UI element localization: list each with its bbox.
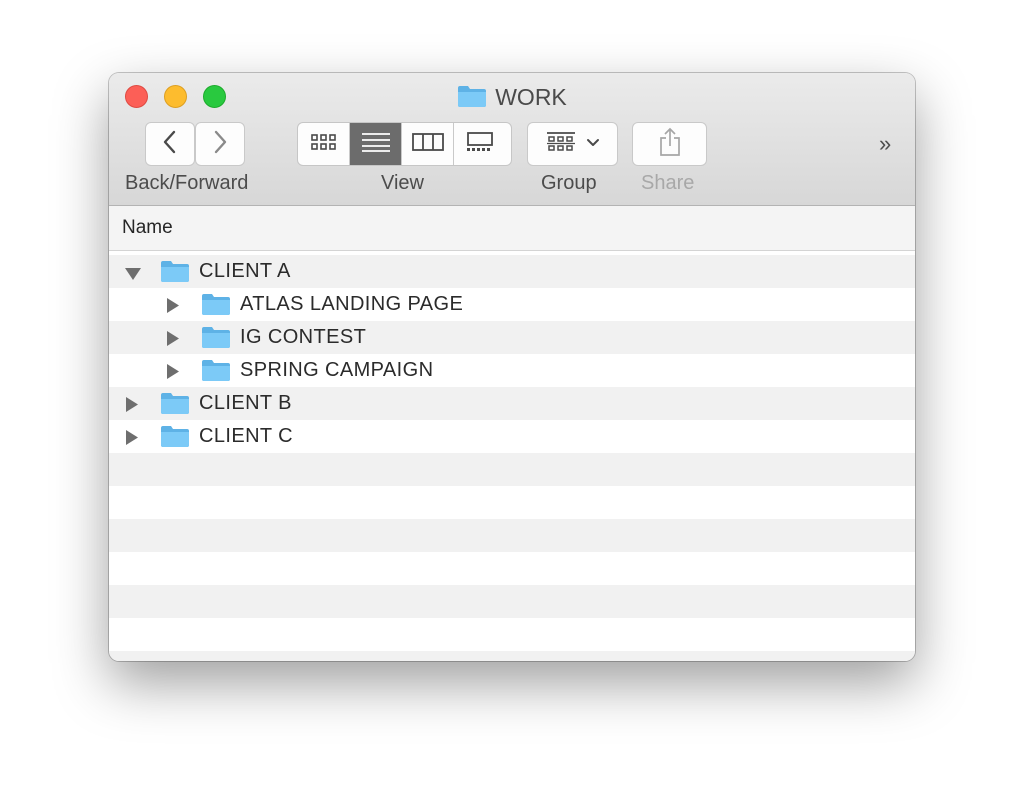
list-view-button[interactable] xyxy=(350,123,402,165)
disclosure-collapsed-icon[interactable] xyxy=(166,297,180,320)
titlebar: WORK Back/Forward View Group Share » xyxy=(109,73,915,206)
list-item[interactable]: CLIENT B xyxy=(109,387,915,420)
list-item[interactable]: SPRING CAMPAIGN xyxy=(109,354,915,387)
empty-row xyxy=(109,453,915,486)
folder-icon xyxy=(201,358,231,388)
column-view-button[interactable] xyxy=(402,123,454,165)
item-label: CLIENT B xyxy=(199,392,292,414)
folder-icon xyxy=(160,424,190,454)
empty-row xyxy=(109,486,915,519)
gallery-view-button[interactable] xyxy=(454,123,506,165)
item-label: IG CONTEST xyxy=(240,326,367,348)
window-title: WORK xyxy=(109,83,915,114)
disclosure-collapsed-icon[interactable] xyxy=(125,396,139,419)
item-label: CLIENT C xyxy=(199,425,293,447)
item-label: ATLAS LANDING PAGE xyxy=(240,293,464,315)
name-column-header[interactable]: Name xyxy=(109,206,915,251)
list-item[interactable]: CLIENT A xyxy=(109,255,915,288)
group-button[interactable] xyxy=(527,122,618,166)
back-forward-label: Back/Forward xyxy=(125,172,249,194)
list-item[interactable]: IG CONTEST xyxy=(109,321,915,354)
chevron-down-icon xyxy=(586,135,600,153)
chevron-left-icon xyxy=(162,129,178,160)
chevron-right-icon xyxy=(212,129,228,160)
folder-icon xyxy=(201,325,231,355)
finder-window: WORK Back/Forward View Group Share » Nam… xyxy=(109,73,915,661)
forward-button[interactable] xyxy=(195,122,245,166)
empty-row xyxy=(109,651,915,661)
file-list: CLIENT A ATLAS LANDING PAGE IG CONTEST S… xyxy=(109,255,915,661)
grid-icon xyxy=(310,133,338,156)
back-button[interactable] xyxy=(145,122,195,166)
disclosure-collapsed-icon[interactable] xyxy=(166,363,180,386)
share-button[interactable] xyxy=(632,122,707,166)
group-label: Group xyxy=(541,172,597,194)
view-label: View xyxy=(381,172,424,194)
folder-icon xyxy=(160,259,190,289)
list-item[interactable]: ATLAS LANDING PAGE xyxy=(109,288,915,321)
list-item[interactable]: CLIENT C xyxy=(109,420,915,453)
columns-icon xyxy=(411,132,444,157)
window-title-text: WORK xyxy=(495,84,567,110)
list-icon xyxy=(361,131,391,158)
empty-row xyxy=(109,618,915,651)
empty-row xyxy=(109,552,915,585)
gallery-icon xyxy=(465,131,495,158)
empty-row xyxy=(109,585,915,618)
icon-view-button[interactable] xyxy=(298,123,350,165)
share-label: Share xyxy=(641,172,695,194)
share-icon xyxy=(658,127,682,162)
group-icon xyxy=(546,131,576,158)
folder-icon xyxy=(160,391,190,421)
disclosure-expanded-icon[interactable] xyxy=(124,264,142,287)
item-label: SPRING CAMPAIGN xyxy=(240,359,434,381)
folder-icon xyxy=(457,84,487,114)
disclosure-collapsed-icon[interactable] xyxy=(125,429,139,452)
folder-icon xyxy=(201,292,231,322)
view-segmented-control[interactable] xyxy=(297,122,512,166)
disclosure-collapsed-icon[interactable] xyxy=(166,330,180,353)
item-label: CLIENT A xyxy=(199,260,291,282)
empty-row xyxy=(109,519,915,552)
toolbar-overflow-button[interactable]: » xyxy=(879,131,891,157)
